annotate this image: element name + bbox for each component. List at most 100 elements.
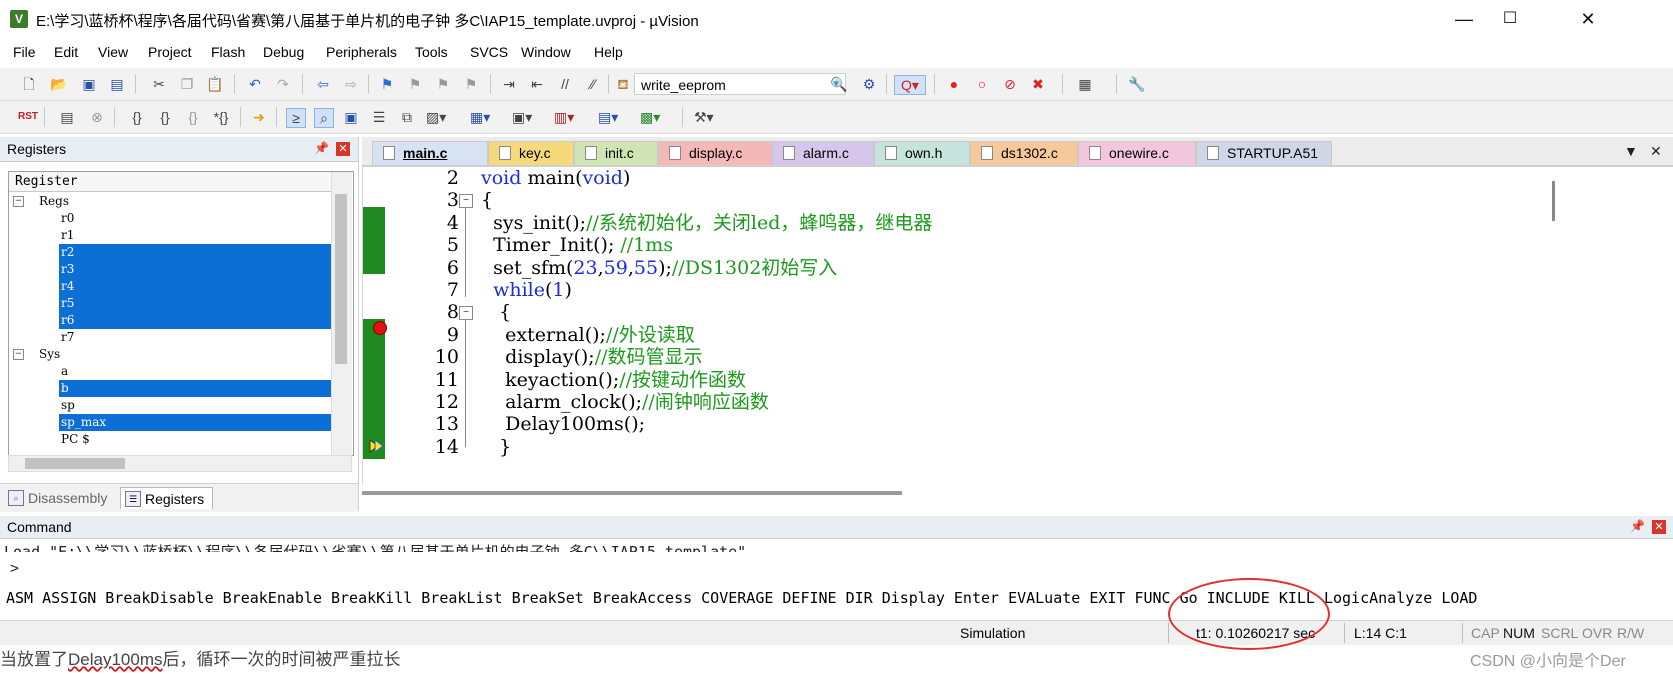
navigate-forward-icon[interactable]: ⇨	[342, 75, 360, 93]
options-wrench-icon[interactable]: 🔧	[1128, 75, 1146, 93]
code-area[interactable]: 2 void main(void) 3 − { 4 sys_init();//系…	[362, 167, 1673, 485]
serial-window-icon[interactable]: ▣▾	[512, 108, 532, 126]
command-window-icon[interactable]: ≥	[286, 108, 306, 128]
tree-item-r1[interactable]: r1	[9, 227, 331, 244]
step-into-icon[interactable]: {}	[128, 108, 146, 126]
editor-hscroll[interactable]	[362, 487, 1652, 499]
run-to-cursor-icon[interactable]: *{}	[212, 108, 230, 126]
menu-tools[interactable]: Tools	[415, 44, 448, 60]
menu-window[interactable]: Window	[521, 44, 571, 60]
call-stack-icon[interactable]: ⧉	[398, 108, 416, 126]
tree-item-pc[interactable]: PC $	[9, 431, 331, 448]
register-tree-hscroll-thumb[interactable]	[25, 458, 125, 469]
close-tab-icon[interactable]: ✕	[1650, 143, 1662, 160]
menu-debug[interactable]: Debug	[263, 44, 304, 60]
menu-file[interactable]: File	[13, 44, 36, 60]
tree-item-r3[interactable]: r3	[9, 261, 331, 278]
find-in-files-icon[interactable]: 🔍	[830, 75, 848, 93]
unindent-icon[interactable]: ⇤	[528, 75, 546, 93]
tree-group-regs[interactable]: − Regs	[9, 193, 331, 210]
paste-icon[interactable]: 📋	[206, 75, 224, 93]
tree-item-r7[interactable]: r7	[9, 329, 331, 346]
tab-alarm-c[interactable]: alarm.c	[772, 141, 874, 165]
comment-icon[interactable]: //	[556, 75, 574, 93]
registers-window-icon[interactable]: ☰	[370, 108, 388, 126]
copy-icon[interactable]: ❐	[178, 75, 196, 93]
tree-item-a[interactable]: a	[9, 363, 331, 380]
insert-breakpoint-icon[interactable]: ●	[945, 75, 963, 93]
menu-peripherals[interactable]: Peripherals	[326, 44, 397, 60]
watch-window-icon[interactable]: ▨▾	[426, 108, 446, 126]
show-next-statement-icon[interactable]: ➜	[250, 108, 268, 126]
new-file-icon[interactable]: 🗋	[20, 75, 38, 93]
tab-list-chevron-icon[interactable]: ▼	[1624, 143, 1638, 159]
tree-item-sp[interactable]: sp	[9, 397, 331, 414]
system-viewer-icon[interactable]: ▩▾	[640, 108, 660, 126]
bookmark-icon[interactable]: ⚑	[378, 75, 396, 93]
run-icon[interactable]: ▤	[58, 108, 76, 126]
tree-item-r4[interactable]: r4	[9, 278, 331, 295]
analysis-window-icon[interactable]: ▥▾	[554, 108, 574, 126]
disassembly-window-icon[interactable]: ⌕	[314, 108, 334, 128]
pin-icon[interactable]: 📌	[1630, 519, 1645, 533]
collapse-icon[interactable]: −	[13, 196, 24, 207]
editor-vscroll-thumb[interactable]	[1548, 177, 1560, 247]
prev-bookmark-icon[interactable]: ⚑	[406, 75, 424, 93]
fold-collapse-icon[interactable]: −	[459, 306, 473, 321]
tree-item-r5[interactable]: r5	[9, 295, 331, 312]
menu-flash[interactable]: Flash	[211, 44, 245, 60]
menu-view[interactable]: View	[98, 44, 128, 60]
register-tree-hscroll[interactable]	[8, 455, 352, 472]
redo-icon[interactable]: ↷	[274, 75, 292, 93]
tab-init-c[interactable]: init.c	[574, 141, 658, 165]
save-icon[interactable]: ▣	[80, 75, 98, 93]
save-all-icon[interactable]: ▤	[108, 75, 126, 93]
fold-collapse-icon[interactable]: −	[459, 194, 473, 209]
close-pane-icon[interactable]: ✕	[1652, 520, 1666, 534]
menu-project[interactable]: Project	[148, 44, 192, 60]
step-out-icon[interactable]: {}	[184, 108, 202, 126]
step-over-icon[interactable]: {}	[156, 108, 174, 126]
collapse-icon[interactable]: −	[13, 349, 24, 360]
close-button[interactable]: ✕	[1565, 4, 1611, 34]
indent-icon[interactable]: ⇥	[500, 75, 518, 93]
tab-startup-a51[interactable]: STARTUP.A51	[1196, 141, 1332, 165]
tab-main-c[interactable]: main.c	[372, 141, 488, 165]
tab-ds1302-c[interactable]: ds1302.c	[970, 141, 1078, 165]
tree-item-r2[interactable]: r2	[9, 244, 331, 261]
toolbox-icon[interactable]: ⚒▾	[694, 108, 714, 126]
menu-edit[interactable]: Edit	[54, 44, 78, 60]
tree-item-b[interactable]: b	[9, 380, 331, 397]
open-folder-icon[interactable]: 📂	[50, 75, 68, 93]
tab-display-c[interactable]: display.c	[658, 141, 772, 165]
minimize-button[interactable]: —	[1441, 4, 1487, 34]
disable-breakpoints-icon[interactable]: ⊘	[1001, 75, 1019, 93]
undo-icon[interactable]: ↶	[246, 75, 264, 93]
tree-group-sys[interactable]: − Sys	[9, 346, 331, 363]
tab-registers[interactable]: ☰ Registers	[120, 487, 214, 509]
cut-icon[interactable]: ✂	[150, 75, 168, 93]
next-bookmark-icon[interactable]: ⚑	[434, 75, 452, 93]
configure-icon[interactable]: ⚙	[860, 75, 878, 93]
menu-help[interactable]: Help	[594, 44, 623, 60]
tab-disassembly[interactable]: ⌕ Disassembly	[4, 487, 115, 509]
maximize-button[interactable]: ☐	[1487, 4, 1533, 34]
uncomment-icon[interactable]: ⁄⁄	[584, 75, 602, 93]
tree-item-r6[interactable]: r6	[9, 312, 331, 329]
enable-breakpoint-icon[interactable]: ○	[973, 75, 991, 93]
clear-bookmarks-icon[interactable]: ⚑	[462, 75, 480, 93]
kill-breakpoints-icon[interactable]: ✖	[1029, 75, 1047, 93]
debug-session-icon[interactable]: Q▾	[894, 75, 926, 95]
symbols-window-icon[interactable]: ▣	[342, 108, 360, 126]
memory-window-icon[interactable]: ▦▾	[470, 108, 490, 126]
tab-own-h[interactable]: own.h	[874, 141, 970, 165]
tree-item-sp-max[interactable]: sp_max	[9, 414, 331, 431]
window-layout-icon[interactable]: ▦	[1076, 75, 1094, 93]
navigate-back-icon[interactable]: ⇦	[314, 75, 332, 93]
menu-svcs[interactable]: SVCS	[470, 44, 508, 60]
reset-icon[interactable]: RST	[18, 108, 38, 126]
trace-window-icon[interactable]: ▤▾	[598, 108, 618, 126]
close-pane-icon[interactable]: ✕	[336, 142, 350, 156]
editor-hscroll-thumb[interactable]	[362, 491, 902, 495]
command-input[interactable]: >	[10, 559, 19, 577]
